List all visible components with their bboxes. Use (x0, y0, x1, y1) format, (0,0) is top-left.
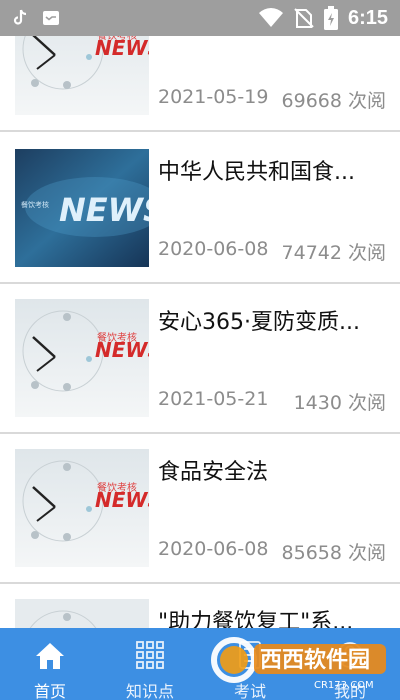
news-date: 2021-05-21 (158, 388, 269, 410)
news-views: 1430 次阅 (293, 392, 386, 414)
thumb-caption: 餐饮考核 (21, 200, 49, 209)
tab-knowledge[interactable]: 知识点 (100, 628, 200, 700)
news-views: 85658 次阅 (281, 542, 386, 564)
status-bar: 6:15 (0, 0, 400, 36)
news-thumbnail: 餐饮考核 NEWS (15, 449, 149, 567)
news-title: "助力餐饮复工"系... (158, 610, 354, 628)
grid-icon (135, 640, 165, 674)
news-meta: 2021-05-21 1430 次阅 (158, 388, 386, 415)
tab-home[interactable]: 首页 (0, 628, 100, 700)
thumb-news-word: NEWS (59, 191, 149, 229)
tab-label: 知识点 (125, 682, 174, 700)
news-item[interactable]: 餐饮考核 NEWS 食品安全法 2020-06-08 85658 次阅 (0, 434, 400, 584)
tab-label: 首页 (33, 682, 66, 700)
news-date: 2021-05-19 (158, 86, 269, 108)
news-meta: 2020-06-08 85658 次阅 (158, 538, 386, 565)
news-feed[interactable]: 餐饮考核 NEWS 2021-05-19 69668 次阅 餐饮考核 NEWS (0, 0, 400, 628)
clock-time: 6:15 (347, 6, 388, 29)
news-title: 食品安全法 (158, 460, 269, 485)
news-item[interactable]: 餐饮考核 "助力餐饮复工"系... (0, 584, 400, 628)
divider (0, 130, 400, 132)
home-icon (34, 640, 66, 676)
news-thumbnail: 餐饮考核 (15, 599, 149, 628)
message-icon (42, 10, 60, 26)
news-thumbnail: 餐饮考核 NEWS (15, 299, 149, 417)
news-date: 2020-06-08 (158, 538, 269, 560)
news-views: 74742 次阅 (281, 242, 386, 264)
news-date: 2020-06-08 (158, 238, 269, 260)
thumb-news-word: NEWS (95, 488, 149, 512)
news-views: 69668 次阅 (281, 90, 386, 112)
watermark-logo: 西西软件园 CR173.COM (210, 636, 388, 692)
news-meta: 2021-05-19 69668 次阅 (158, 86, 386, 113)
news-thumbnail: 餐饮考核 NEWS (15, 149, 149, 267)
news-title: 中华人民共和国食... (158, 160, 355, 185)
watermark-text: 西西软件园 (260, 647, 370, 673)
tiktok-icon (12, 9, 28, 27)
news-item[interactable]: 餐饮考核 NEWS 安心365·夏防变质... 2021-05-21 1430 … (0, 284, 400, 434)
battery-icon (323, 6, 338, 30)
watermark-url: CR173.COM (314, 680, 374, 691)
news-item[interactable]: 餐饮考核 NEWS 中华人民共和国食... 2020-06-08 74742 次… (0, 134, 400, 284)
news-meta: 2020-06-08 74742 次阅 (158, 238, 386, 265)
wifi-icon (258, 8, 284, 28)
news-title: 安心365·夏防变质... (158, 310, 360, 335)
thumb-news-word: NEWS (95, 338, 149, 362)
thumb-news-word: NEWS (95, 36, 149, 60)
no-sim-icon (294, 7, 314, 29)
